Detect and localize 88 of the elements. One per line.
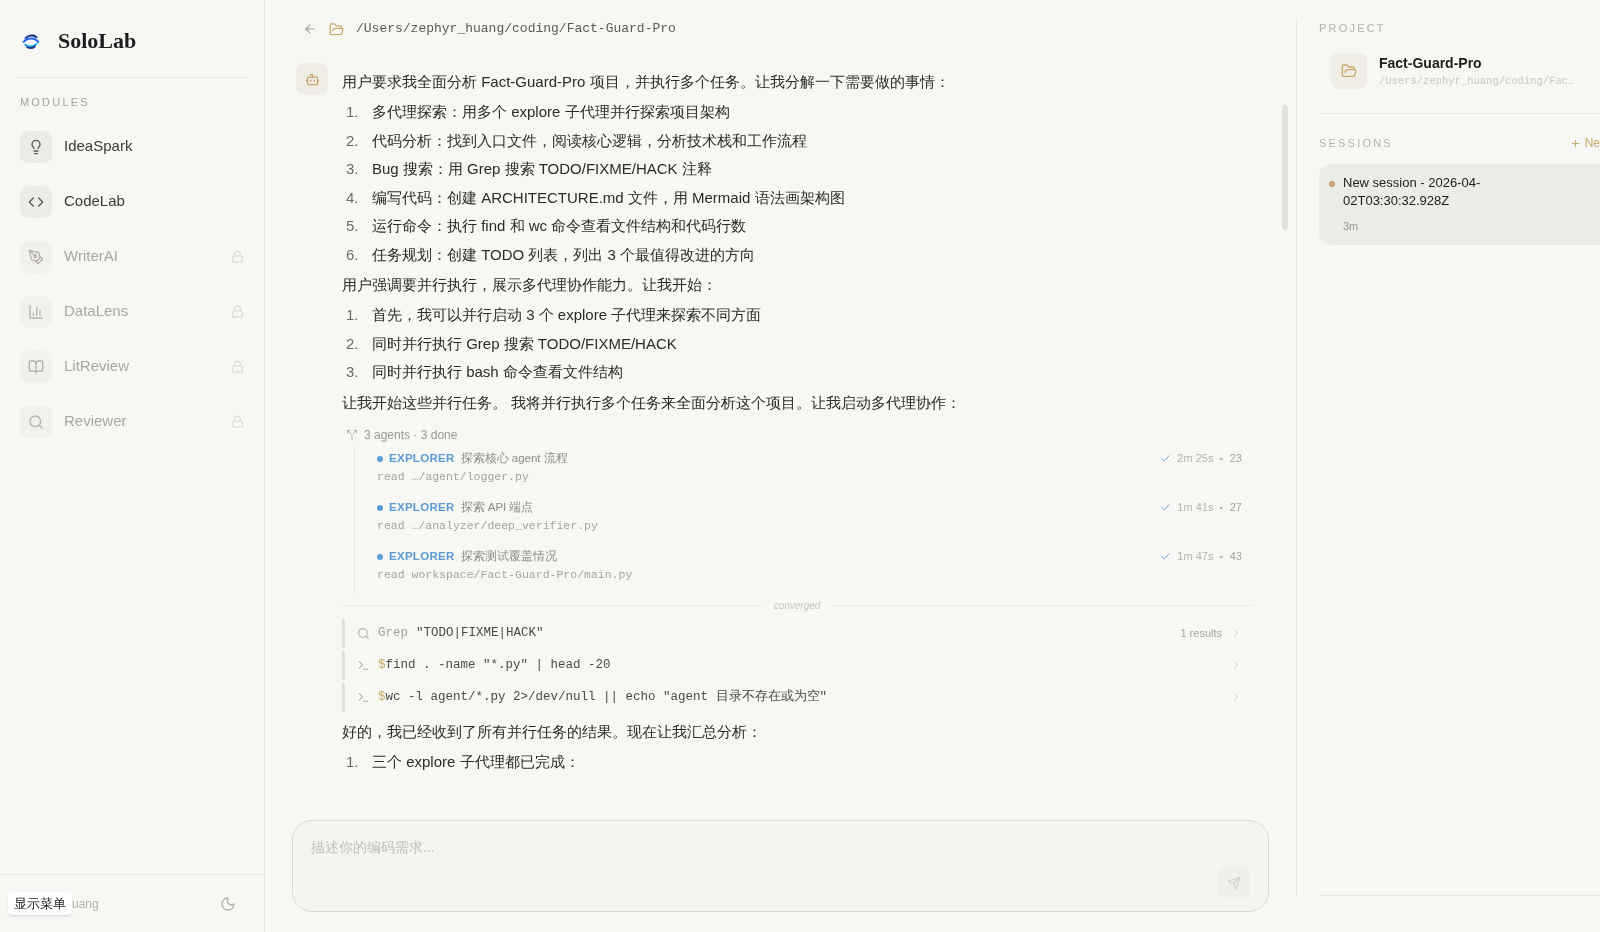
lock-icon [231, 360, 244, 373]
agent-detail: read …/analyzer/deep_verifier.py [377, 517, 599, 534]
lock-icon [231, 415, 244, 428]
tool-call-row[interactable]: $wc -l agent/*.py 2>/dev/null || echo "agent 目录不存在或为空" [342, 682, 1252, 712]
list-number: 2. [346, 333, 359, 354]
plus-icon [1569, 137, 1581, 149]
list-number: 1. [346, 102, 359, 122]
section-label: MODULES [19, 95, 91, 110]
tool-result: 1 results [1180, 625, 1222, 641]
list-number: 2. [346, 130, 359, 151]
search-icon [28, 413, 44, 430]
tool-name: Grep [378, 624, 408, 642]
lock-icon [231, 250, 244, 263]
session-title: New session - 2026-04-02T03:30:32.928Z [1343, 174, 1482, 211]
list-number: 3. [346, 362, 359, 382]
bot-icon [304, 71, 320, 87]
agent-task: 探索核心 agent 流程 [460, 450, 568, 466]
tool-command: "TODO|FIXME|HACK" [416, 624, 545, 642]
agent-detail: read …/agent/logger.py [377, 468, 530, 485]
user-name: uang [72, 895, 100, 913]
separator-dot: · [1219, 449, 1224, 468]
back-icon[interactable] [303, 22, 317, 36]
app-name: SoloLab [58, 27, 137, 55]
terminal-icon [357, 658, 370, 672]
agent-count: 23 [1229, 451, 1242, 467]
shell-prompt: $ [378, 688, 386, 706]
search-icon [357, 626, 370, 640]
agent-role: EXPLORER [389, 499, 455, 515]
list-item: 运行命令：执行 find 和 wc 命令查看文件结构和代码行数 [372, 216, 747, 236]
list-number: 6. [346, 244, 359, 265]
pen-icon [28, 248, 44, 265]
lock-icon [231, 305, 244, 318]
project-path: /Users/zephyr_huang/coding/Fact-Guard-Pro [356, 20, 676, 39]
list-item: Bug 搜索：用 Grep 搜索 TODO/FIXME/HACK 注释 [372, 159, 712, 179]
separator-dot: · [1219, 498, 1224, 517]
list-item: 代码分析：找到入口文件，阅读核心逻辑，分析技术栈和工作流程 [372, 130, 807, 151]
list-item: 首先，我可以并行启动 3 个 explore 子代理来探索不同方面 [372, 305, 762, 325]
branch-icon [346, 428, 358, 441]
lightbulb-icon [28, 138, 44, 155]
section-label: PROJECT [1319, 21, 1386, 36]
tool-call-row[interactable]: Grep "TODO|FIXME|HACK" 1 results [342, 618, 1252, 648]
separator-dot: · [1219, 547, 1224, 566]
message-text: 让我开始这些并行任务。 我将并行执行多个任务来全面分析这个项目。让我启动多代理协作： [342, 392, 963, 413]
list-item: 三个 explore 子代理都已完成： [372, 751, 580, 772]
agent-task: 探索 API 端点 [460, 499, 534, 515]
agent-role: EXPLORER [389, 450, 455, 466]
agent-task: 探索测试覆盖情况 [460, 548, 557, 564]
list-number: 5. [346, 216, 359, 236]
section-label: SESSIONS [1319, 136, 1393, 151]
book-icon [28, 358, 44, 375]
module-item[interactable]: CodeLab [20, 183, 244, 220]
list-number: 1. [346, 751, 359, 772]
message-text: 用户强调要并行执行，展示多代理协作能力。让我开始： [342, 275, 718, 295]
agent-duration: 2m 25s [1177, 451, 1214, 467]
tooltip: 显示菜单 [8, 891, 72, 916]
agent-duration: 1m 41s [1177, 500, 1214, 516]
message-text: 用户要求我全面分析 Fact-Guard-Pro 项目，并执行多个任务。让我分解一下需要做的事情： [342, 72, 951, 92]
agent-duration: 1m 47s [1177, 549, 1214, 565]
agent-detail: read workspace/Fact-Guard-Pro/main.py [377, 566, 634, 583]
send-icon [1227, 876, 1241, 890]
session-age: 3m [1343, 219, 1359, 235]
agent-count: 27 [1229, 500, 1242, 516]
list-number: 1. [346, 305, 359, 325]
tool-call-row[interactable]: $find . -name "*.py" | head -20 [342, 650, 1252, 680]
list-number: 3. [346, 159, 359, 179]
list-item: 编写代码：创建 ARCHITECTURE.md 文件，用 Mermaid 语法画架构图 [372, 187, 845, 208]
message-text: 好的，我已经收到了所有并行任务的结果。现在让我汇总分析： [342, 721, 763, 742]
module-item[interactable]: IdeaSpark [20, 128, 244, 165]
folder-icon [329, 21, 344, 37]
scrollbar[interactable] [1282, 105, 1288, 230]
folder-icon [1341, 62, 1357, 79]
bar-chart-icon [28, 303, 44, 320]
tool-command: wc -l agent/*.py 2>/dev/null || echo "agent 目录不存在或为空" [385, 688, 828, 706]
list-item: 同时并行执行 bash 命令查看文件结构 [372, 362, 623, 382]
list-item: 同时并行执行 Grep 搜索 TODO/FIXME/HACK [372, 333, 677, 354]
agent-count: 43 [1229, 549, 1242, 565]
list-item: 任务规划：创建 TODO 列表，列出 3 个最值得改进的方向 [372, 244, 756, 265]
project-name: Fact-Guard-Pro [1379, 53, 1483, 73]
shell-prompt: $ [378, 656, 386, 674]
tool-command: find . -name "*.py" | head -20 [385, 656, 611, 674]
agent-role: EXPLORER [389, 548, 455, 564]
session-item[interactable]: New session - 2026-04-02T03:30:32.928Z 3m [1319, 164, 1600, 245]
terminal-icon [357, 690, 370, 704]
list-number: 4. [346, 187, 359, 208]
list-item: 多代理探索：用多个 explore 子代理并行探索项目架构 [372, 102, 730, 122]
send-button[interactable] [1218, 867, 1250, 899]
agents-summary: 3 agents · 3 done [364, 426, 458, 444]
moon-icon[interactable] [220, 895, 236, 912]
